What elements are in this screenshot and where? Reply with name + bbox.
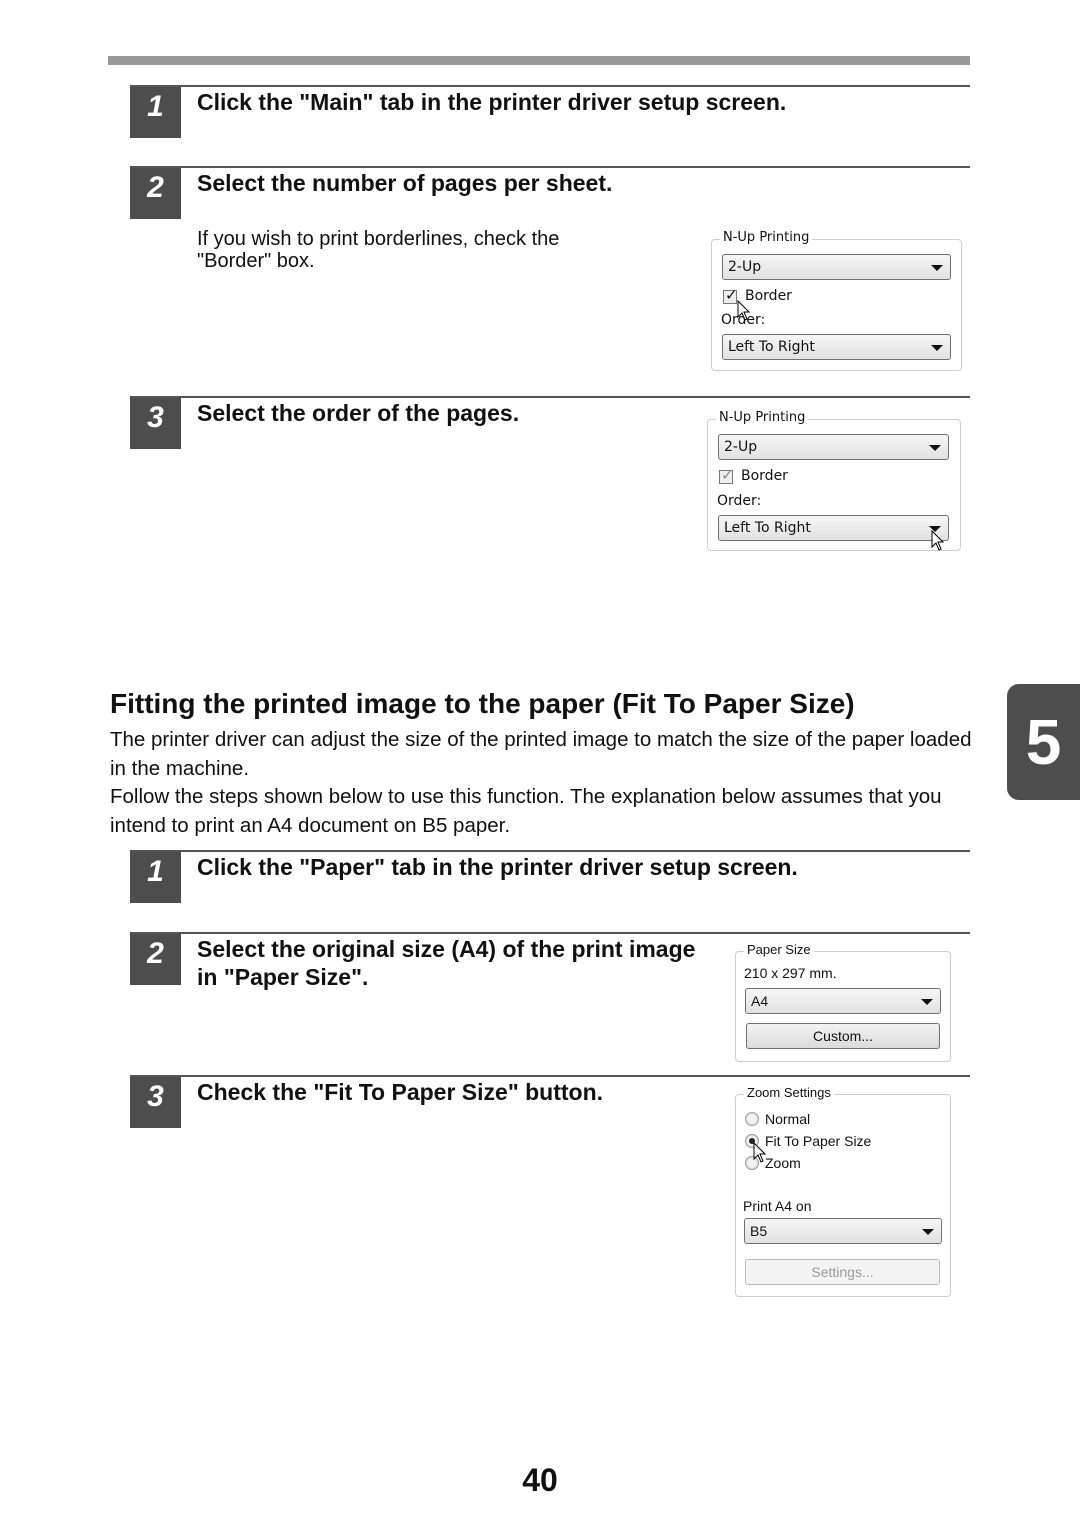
dropdown-value: 2-Up [728, 259, 762, 275]
panel-legend: Paper Size [744, 942, 814, 957]
step-divider [130, 1075, 970, 1077]
chevron-down-icon [922, 1229, 934, 1235]
radio-label-zoom: Zoom [765, 1155, 801, 1171]
panel-legend: N-Up Printing [720, 230, 813, 245]
step-divider [130, 850, 970, 852]
nup-printing-panel: N-Up Printing 2-Up ✓ Border Order: Left … [711, 230, 962, 371]
radio-label-normal: Normal [765, 1111, 811, 1127]
step-number: 2 [130, 168, 181, 219]
check-icon: ✓ [725, 286, 738, 304]
custom-button[interactable]: Custom... [746, 1023, 940, 1049]
nup-printing-panel-order: N-Up Printing 2-Up ✓ Border Order: Left … [707, 410, 961, 551]
settings-button[interactable]: Settings... [745, 1259, 940, 1285]
mouse-cursor-icon [753, 1142, 767, 1163]
step-number: 3 [130, 398, 181, 449]
step-title: Select the number of pages per sheet. [197, 170, 613, 196]
step-number: 1 [130, 87, 181, 138]
mouse-cursor-icon [931, 530, 945, 551]
order-label: Order: [717, 493, 762, 509]
step-number: 3 [130, 1077, 181, 1128]
order-dropdown[interactable]: Left To Right [718, 515, 949, 541]
step-divider [130, 932, 970, 934]
mouse-cursor-icon [737, 300, 751, 321]
step-number: 1 [130, 852, 181, 903]
radio-normal[interactable] [745, 1112, 759, 1126]
step-number: 2 [130, 934, 181, 985]
dropdown-value: 2-Up [724, 439, 758, 455]
header-bar [108, 56, 970, 65]
step-1-main-tab: 1 Click the "Main" tab in the printer dr… [130, 85, 970, 145]
dropdown-value: B5 [750, 1223, 768, 1239]
section-heading: Fitting the printed image to the paper (… [110, 688, 855, 719]
chevron-down-icon [931, 345, 943, 351]
intro-paragraph: The printer driver can adjust the size o… [110, 728, 972, 780]
step-title: Select the original size (A4) of the pri… [197, 936, 696, 990]
order-dropdown[interactable]: Left To Right [722, 334, 951, 360]
step-title: Select the order of the pages. [197, 400, 520, 426]
paper-size-panel: Paper Size 210 x 297 mm. A4 Custom... [735, 942, 951, 1062]
step-divider [130, 85, 970, 87]
step-1-paper-tab: 1 Click the "Paper" tab in the printer d… [130, 850, 970, 910]
chevron-down-icon [931, 265, 943, 271]
print-on-dropdown[interactable]: B5 [744, 1218, 942, 1244]
dropdown-value: A4 [751, 993, 769, 1009]
step-description: If you wish to print borderlines, check … [197, 228, 560, 272]
border-label: Border [745, 288, 792, 304]
step-divider [130, 396, 970, 398]
intro-paragraph: Follow the steps shown below to use this… [110, 785, 942, 837]
border-label: Border [741, 468, 788, 484]
pages-per-sheet-dropdown[interactable]: 2-Up [722, 254, 951, 280]
check-icon: ✓ [721, 466, 734, 484]
border-checkbox[interactable]: ✓ [723, 286, 738, 304]
panel-legend: Zoom Settings [744, 1085, 834, 1100]
chevron-down-icon [921, 999, 933, 1005]
step-title: Check the "Fit To Paper Size" button. [197, 1079, 604, 1105]
panel-legend: N-Up Printing [716, 410, 809, 425]
step-title: Click the "Main" tab in the printer driv… [197, 89, 787, 115]
paper-size-dropdown[interactable]: A4 [745, 988, 941, 1014]
dropdown-value: Left To Right [728, 339, 815, 355]
dropdown-value: Left To Right [724, 520, 811, 536]
chapter-tab: 5 [1007, 684, 1080, 800]
step-divider [130, 166, 970, 168]
step-title: Click the "Paper" tab in the printer dri… [197, 854, 798, 880]
border-checkbox[interactable]: ✓ [719, 466, 734, 484]
radio-label-fit-to-paper-size: Fit To Paper Size [765, 1133, 872, 1149]
pages-per-sheet-dropdown[interactable]: 2-Up [718, 434, 949, 460]
zoom-settings-panel: Zoom Settings Normal Fit To Paper Size Z… [735, 1085, 951, 1297]
chevron-down-icon [929, 445, 941, 451]
paper-dimensions: 210 x 297 mm. [744, 965, 837, 981]
page-number: 40 [522, 1462, 558, 1498]
print-on-label: Print A4 on [743, 1198, 812, 1214]
